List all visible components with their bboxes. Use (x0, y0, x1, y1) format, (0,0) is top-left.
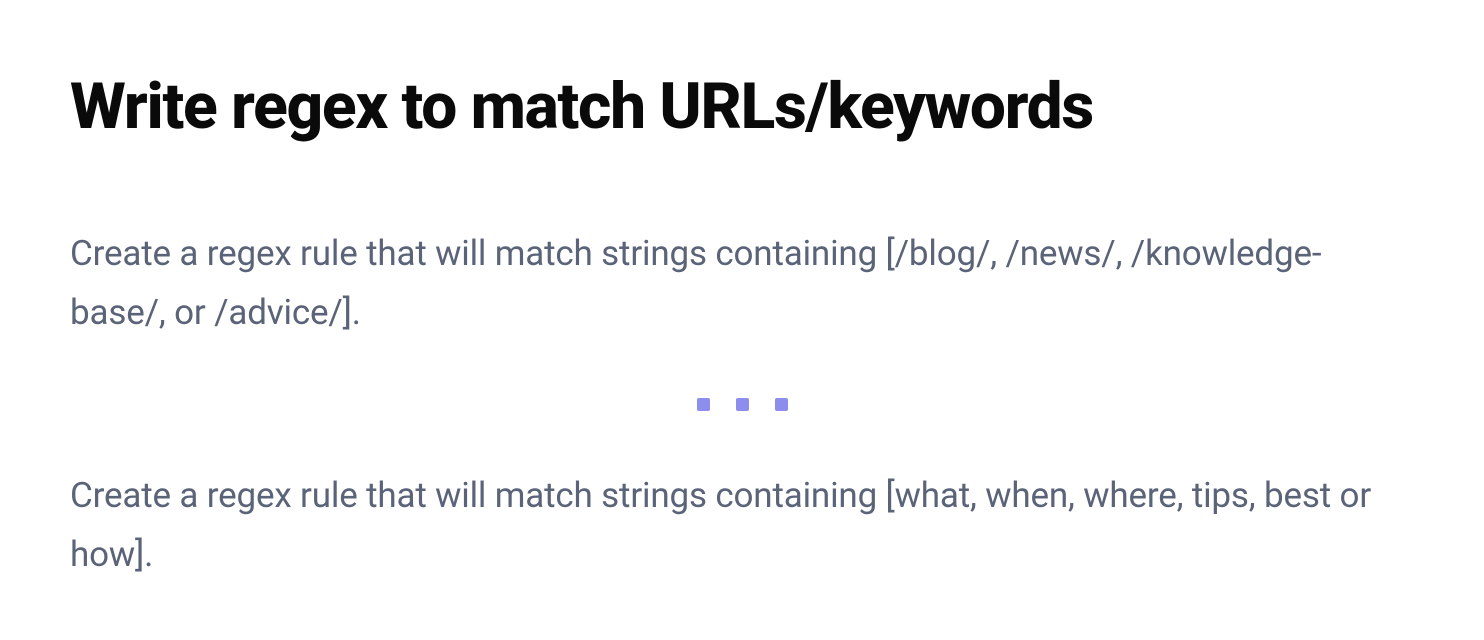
page-title: Write regex to match URLs/keywords (70, 70, 1414, 144)
separator-dot-icon (736, 398, 749, 411)
paragraph-2: Create a regex rule that will match stri… (70, 466, 1414, 585)
section-separator (70, 398, 1414, 411)
separator-dot-icon (697, 398, 710, 411)
separator-dot-icon (775, 398, 788, 411)
paragraph-1: Create a regex rule that will match stri… (70, 224, 1414, 343)
